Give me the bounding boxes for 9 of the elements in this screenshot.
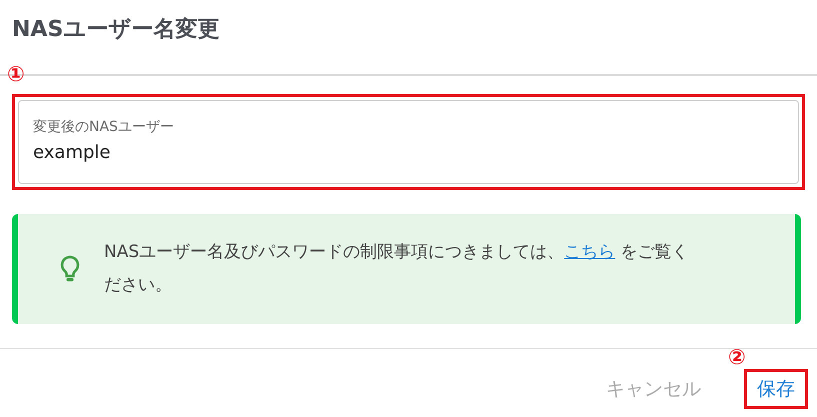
- callout-number: ②: [728, 347, 746, 368]
- callout-number: ①: [7, 64, 25, 85]
- notice-text: NASユーザー名及びパスワードの制限事項につきましては、こちら をご覧ください。: [104, 241, 689, 297]
- lightbulb-icon: [58, 254, 82, 284]
- input-field[interactable]: example: [33, 142, 784, 163]
- save-button[interactable]: 保存: [744, 369, 808, 409]
- dialog-title: NASユーザー名変更: [12, 17, 220, 42]
- link[interactable]: こちら: [564, 242, 616, 262]
- field-label: 変更後のNASユーザー: [33, 118, 175, 136]
